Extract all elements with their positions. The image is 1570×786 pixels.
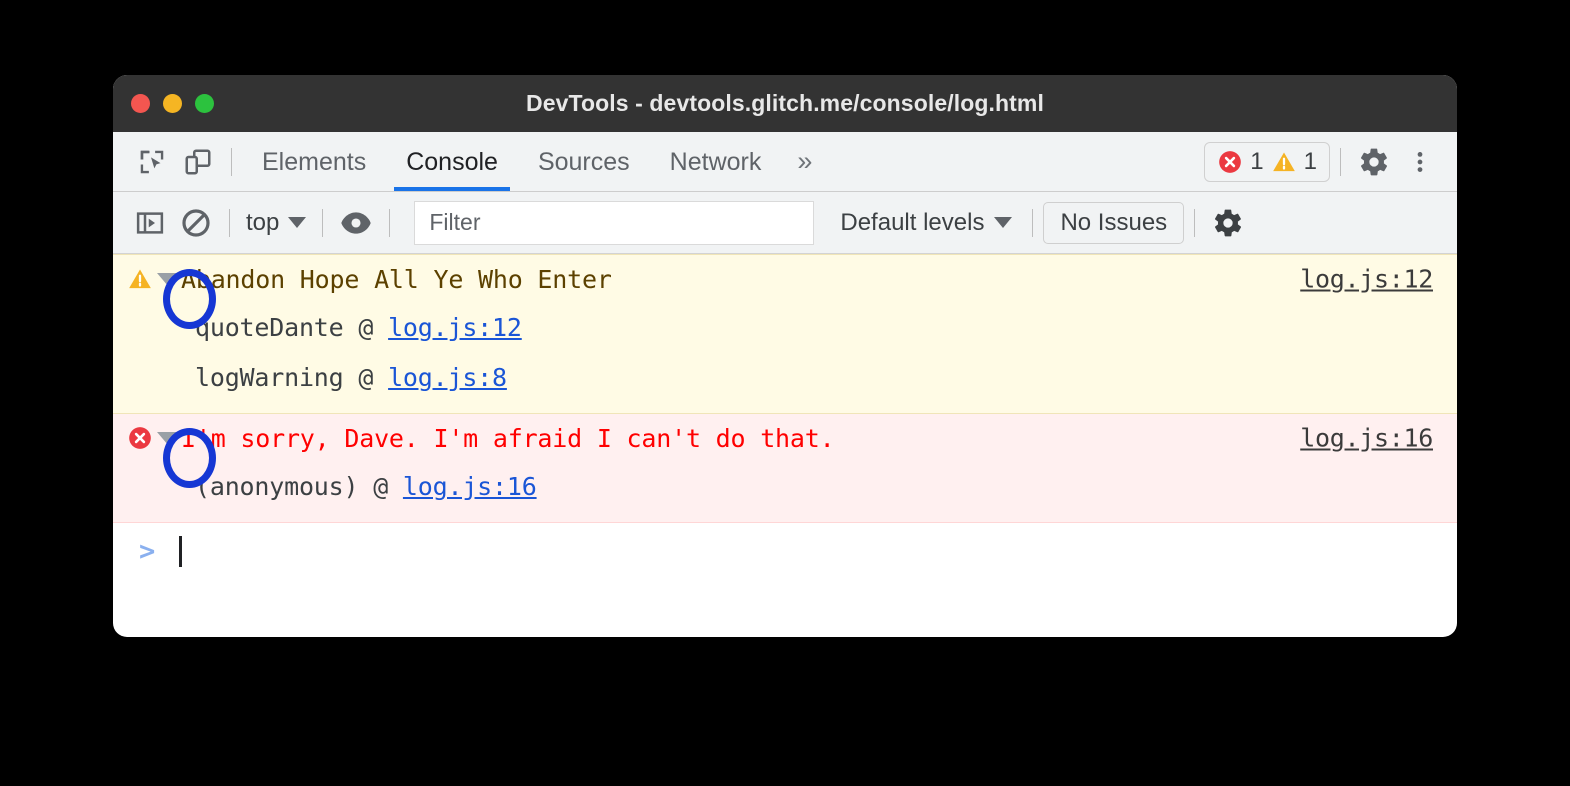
error-icon xyxy=(1217,149,1243,175)
execution-context-selector[interactable]: top xyxy=(240,209,312,237)
screenshot-root: DevTools - devtools.glitch.me/console/lo… xyxy=(0,0,1570,786)
close-window-button[interactable] xyxy=(131,94,150,113)
console-message-list: Abandon Hope All Ye Who Enter log.js:12 … xyxy=(113,254,1457,576)
toolbar-divider-1 xyxy=(229,209,230,237)
text-cursor xyxy=(179,536,182,567)
console-message-header: I'm sorry, Dave. I'm afraid I can't do t… xyxy=(113,414,1457,462)
expand-warning-toggle[interactable] xyxy=(155,273,181,286)
toolbar-divider-2 xyxy=(322,209,323,237)
chevron-down-icon xyxy=(157,273,179,286)
window-title: DevTools - devtools.glitch.me/console/lo… xyxy=(113,90,1457,117)
toolbar-divider-5 xyxy=(1194,209,1195,237)
console-message-header: Abandon Hope All Ye Who Enter log.js:12 xyxy=(113,255,1457,303)
tabbar-right-controls: 1 1 xyxy=(1204,139,1457,185)
stack-frame: (anonymous) @ log.js:16 xyxy=(113,462,1457,512)
console-sidebar-toggle-icon[interactable] xyxy=(127,200,173,246)
stack-frame-function: logWarning @ xyxy=(195,363,388,392)
devtools-tabbar: Elements Console Sources Network » 1 1 xyxy=(113,132,1457,192)
expand-error-toggle[interactable] xyxy=(155,432,181,445)
prompt-arrow-icon: > xyxy=(139,536,155,567)
execution-context-label: top xyxy=(246,209,279,237)
console-message-text: I'm sorry, Dave. I'm afraid I can't do t… xyxy=(181,424,834,453)
issues-counter[interactable]: 1 1 xyxy=(1204,142,1330,182)
warning-icon xyxy=(127,266,153,292)
device-toolbar-icon[interactable] xyxy=(175,139,221,185)
chevron-down-icon xyxy=(157,432,179,445)
warning-count: 1 xyxy=(1304,148,1317,176)
chevron-down-icon xyxy=(288,217,306,228)
minimize-window-button[interactable] xyxy=(163,94,182,113)
error-icon xyxy=(127,425,153,451)
tab-console[interactable]: Console xyxy=(386,133,518,191)
toolbar-divider-4 xyxy=(1032,209,1033,237)
console-message-source-link[interactable]: log.js:12 xyxy=(1300,265,1433,294)
console-message-source-link[interactable]: log.js:16 xyxy=(1300,424,1433,453)
live-expression-eye-icon[interactable] xyxy=(333,200,379,246)
traffic-lights xyxy=(131,75,214,132)
tabbar-divider xyxy=(231,148,232,176)
no-issues-button[interactable]: No Issues xyxy=(1043,202,1184,244)
gear-icon[interactable] xyxy=(1351,139,1397,185)
stack-frame-function: (anonymous) @ xyxy=(195,472,403,501)
tab-sources[interactable]: Sources xyxy=(518,133,650,191)
console-settings-gear-icon[interactable] xyxy=(1205,200,1251,246)
console-message-text: Abandon Hope All Ye Who Enter xyxy=(181,265,612,294)
maximize-window-button[interactable] xyxy=(195,94,214,113)
console-toolbar: top Filter Default levels No Issues xyxy=(113,192,1457,254)
tab-elements[interactable]: Elements xyxy=(242,133,386,191)
more-options-icon[interactable] xyxy=(1397,139,1443,185)
stack-frame-function: quoteDante @ xyxy=(195,313,388,342)
clear-console-icon[interactable] xyxy=(173,200,219,246)
stack-frame: logWarning @ log.js:8 xyxy=(113,353,1457,403)
chevron-down-icon xyxy=(994,217,1012,228)
console-prompt[interactable]: > xyxy=(113,523,1457,579)
stack-frame: quoteDante @ log.js:12 xyxy=(113,303,1457,353)
stack-frame-link[interactable]: log.js:16 xyxy=(403,472,537,501)
tab-network[interactable]: Network xyxy=(650,133,782,191)
warning-icon xyxy=(1271,149,1297,175)
stack-frame-link[interactable]: log.js:8 xyxy=(388,363,507,392)
console-message-error[interactable]: I'm sorry, Dave. I'm afraid I can't do t… xyxy=(113,414,1457,523)
error-count: 1 xyxy=(1250,148,1263,176)
log-levels-label: Default levels xyxy=(840,209,984,237)
log-levels-selector[interactable]: Default levels xyxy=(840,209,1012,237)
console-message-warning[interactable]: Abandon Hope All Ye Who Enter log.js:12 … xyxy=(113,254,1457,414)
more-tabs-icon[interactable]: » xyxy=(781,146,828,177)
inspect-element-icon[interactable] xyxy=(129,139,175,185)
stack-frame-link[interactable]: log.js:12 xyxy=(388,313,522,342)
devtools-window: DevTools - devtools.glitch.me/console/lo… xyxy=(113,75,1457,637)
filter-input[interactable]: Filter xyxy=(414,201,814,245)
window-titlebar: DevTools - devtools.glitch.me/console/lo… xyxy=(113,75,1457,132)
toolbar-divider-3 xyxy=(389,209,390,237)
tabbar-right-divider xyxy=(1340,148,1341,176)
